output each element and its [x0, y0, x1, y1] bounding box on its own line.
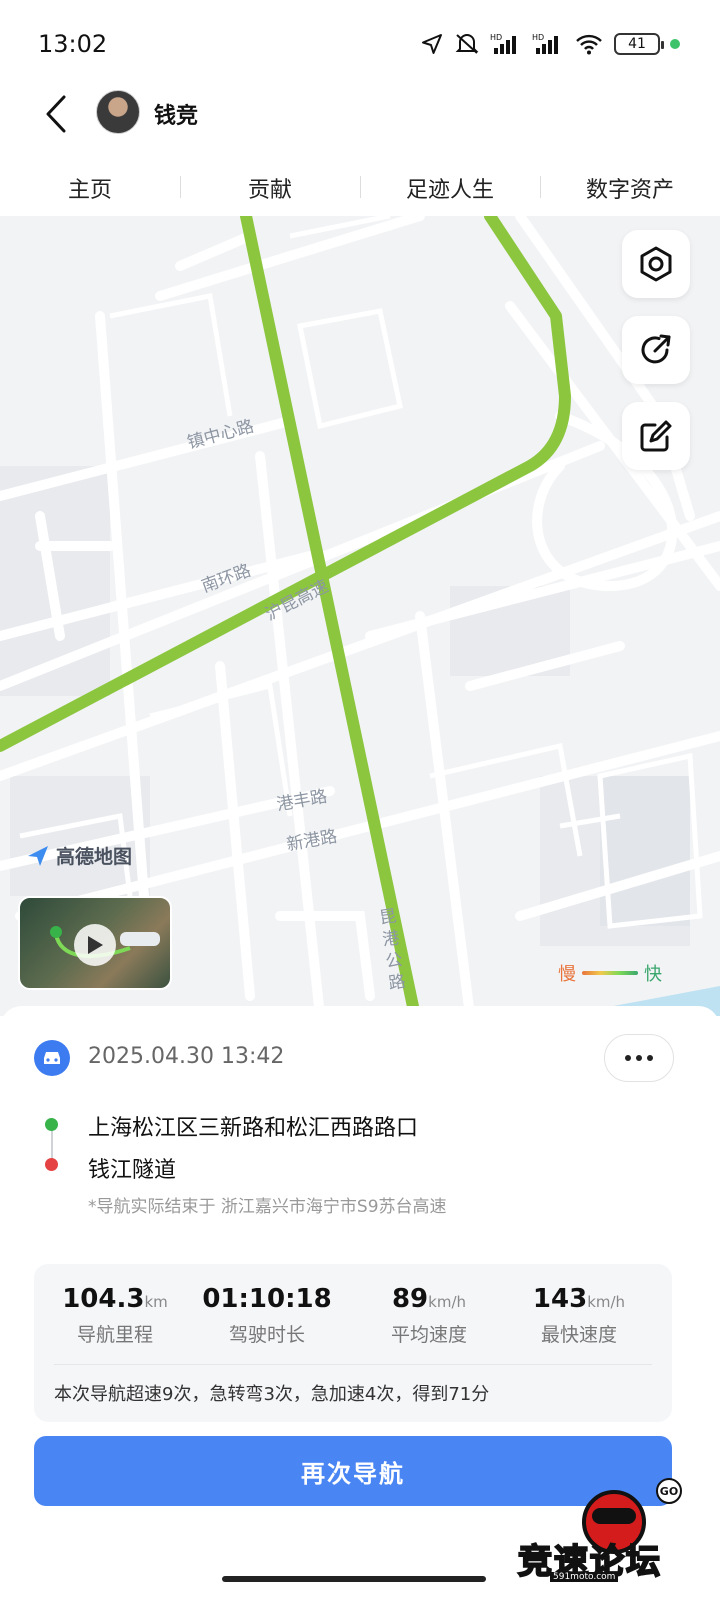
mute-icon [455, 34, 479, 54]
status-icons: HD HD 41 [420, 28, 680, 60]
map-settings-button[interactable] [622, 230, 690, 298]
back-button[interactable] [36, 90, 76, 138]
more-button[interactable] [604, 1034, 674, 1082]
share-arrow-icon [641, 334, 671, 364]
battery-icon: 41 [614, 33, 664, 55]
route-map[interactable]: 镇中心路 南环路 沪昆高速 港丰路 新港路 昆港公路 高德地图 慢 快 [0, 216, 720, 1016]
forum-watermark: GO 竞速论坛 591moto.com [512, 1478, 712, 1583]
charging-dot-icon [670, 39, 680, 49]
stat-avg-speed: 89km/h 平均速度 [354, 1284, 504, 1347]
stat-unit: km [144, 1293, 168, 1311]
map-edit-button[interactable] [622, 402, 690, 470]
tab-digital-assets[interactable]: 数字资产 [540, 172, 720, 204]
chevron-left-icon [46, 95, 66, 133]
stat-value: 104.3 [62, 1284, 145, 1314]
legend-slow: 慢 [558, 964, 576, 985]
amap-logo-text: 高德地图 [56, 846, 133, 868]
stat-value: 143 [532, 1284, 588, 1314]
trip-destination: 钱江隧道 [88, 1158, 177, 1183]
route-video-thumbnail[interactable] [18, 896, 172, 990]
status-bar: 13:02 HD HD 41 [0, 0, 720, 84]
profile-tabs: 主页 贡献 足迹人生 数字资产 [0, 160, 720, 216]
stat-max-speed: 143km/h 最快速度 [504, 1284, 654, 1347]
hd-signal-icon: HD [490, 33, 516, 54]
helmet-visor [592, 1508, 636, 1524]
play-button[interactable] [74, 924, 116, 966]
trip-origin: 上海松江区三新路和松汇西路路口 [88, 1116, 419, 1141]
stat-label: 平均速度 [390, 1324, 467, 1346]
map-share-button[interactable] [622, 316, 690, 384]
start-dot-icon [45, 1118, 58, 1131]
stat-unit: km/h [587, 1293, 626, 1311]
avatar[interactable] [96, 90, 140, 134]
stat-value: 89 [391, 1284, 429, 1314]
stats-divider [54, 1364, 652, 1365]
stat-value: 01:10:18 [202, 1284, 332, 1314]
settings-hex-icon [640, 246, 672, 282]
trip-stats: 104.3km 导航里程 01:10:18 驾驶时长 89km/h 平均速度 1… [34, 1264, 672, 1422]
stat-label: 驾驶时长 [228, 1324, 305, 1346]
stat-label: 导航里程 [76, 1324, 153, 1346]
hd-signal-icon: HD [532, 33, 558, 54]
car-icon [34, 1040, 70, 1076]
stat-duration: 01:10:18 驾驶时长 [192, 1284, 342, 1347]
home-indicator[interactable] [222, 1576, 486, 1582]
stat-label: 最快速度 [540, 1324, 617, 1346]
user-name[interactable]: 钱竞 [154, 98, 198, 130]
wifi-icon [576, 34, 602, 55]
play-icon [88, 936, 103, 954]
location-arrow-icon [422, 34, 442, 54]
tab-contribution[interactable]: 贡献 [180, 172, 360, 204]
tab-home[interactable]: 主页 [0, 172, 180, 204]
end-dot-icon [45, 1158, 58, 1171]
trip-end-note: *导航实际结束于 浙江嘉兴市海宁市S9苏台高速 [88, 1197, 447, 1217]
watermark-go-badge: GO [656, 1478, 682, 1504]
speed-legend: 慢 快 [558, 960, 662, 986]
legend-fast: 快 [644, 964, 662, 985]
trip-datetime: 2025.04.30 13:42 [88, 1044, 285, 1069]
legend-gradient-bar [582, 971, 638, 975]
stat-distance: 104.3km 导航里程 [40, 1284, 190, 1347]
stat-unit: km/h [428, 1293, 467, 1311]
svg-text:HD: HD [532, 33, 544, 42]
amap-logo-icon [28, 845, 48, 866]
tab-footprints[interactable]: 足迹人生 [360, 172, 540, 204]
amap-logo: 高德地图 [26, 842, 132, 869]
status-time: 13:02 [38, 30, 108, 58]
driving-summary: 本次导航超速9次，急转弯3次，急加速4次，得到71分 [54, 1384, 490, 1405]
watermark-url: 591moto.com [550, 1572, 619, 1582]
battery-level: 41 [628, 36, 646, 52]
svg-text:HD: HD [490, 33, 502, 42]
edit-pen-icon [640, 420, 672, 452]
